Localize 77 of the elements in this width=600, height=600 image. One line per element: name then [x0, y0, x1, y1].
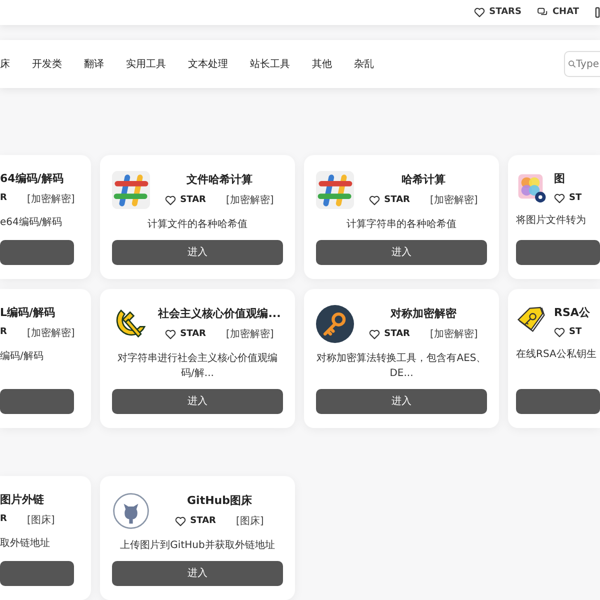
category-tag: [加密解密]: [26, 192, 75, 206]
enter-button[interactable]: [0, 389, 74, 414]
category-tag: [加密解密]: [226, 192, 274, 208]
enter-button[interactable]: [516, 240, 600, 265]
nav-item[interactable]: 实用工具: [126, 56, 166, 72]
photos-icon: [516, 172, 548, 204]
enter-button[interactable]: [0, 561, 74, 586]
tool-description: e64编码/解码: [0, 216, 64, 230]
search-icon: [568, 60, 576, 68]
heart-icon: [474, 7, 486, 18]
nav-item[interactable]: 站长工具: [250, 56, 290, 72]
nav-item[interactable]: 开发类: [32, 56, 62, 72]
star-label[interactable]: STAR: [384, 328, 410, 341]
tool-title: RSA公: [554, 305, 590, 321]
enter-button[interactable]: 进入: [316, 240, 487, 265]
nav-item[interactable]: 床: [0, 56, 10, 72]
star-label[interactable]: ST: [569, 326, 582, 339]
nav-item[interactable]: 杂乱: [354, 56, 374, 72]
heart-icon: [554, 192, 565, 204]
heart-icon: [175, 516, 186, 527]
hash-icon: [316, 171, 354, 209]
heart-icon: [369, 194, 380, 206]
star-label[interactable]: STAR: [180, 194, 206, 207]
tool-title: L编码/解码: [0, 305, 56, 321]
github-icon: [112, 492, 150, 530]
star-label[interactable]: R: [0, 513, 7, 527]
tool-description: 在线RSA公私钥生: [516, 348, 598, 362]
tool-description: 取外链地址: [0, 536, 51, 550]
toolbar-icon[interactable]: [595, 7, 600, 18]
tool-description: 对字符串进行社会主义核心价值观编码/解...: [116, 352, 278, 381]
tool-description: 计算文件的各种哈希值: [146, 218, 248, 232]
star-label[interactable]: STAR: [190, 514, 216, 528]
link-label: CHAT: [552, 6, 579, 19]
chat-icon: [537, 7, 548, 18]
tool-description: 上传图片到GitHub并获取外链地址: [119, 538, 276, 553]
enter-button[interactable]: 进入: [112, 240, 283, 265]
star-label[interactable]: STAR: [384, 194, 410, 207]
link-label: STARS: [489, 6, 522, 19]
tool-title: 64编码/解码: [0, 171, 64, 187]
tool-title: 文件哈希计算: [186, 172, 252, 188]
tool-title: 社会主义核心价值观编...: [158, 306, 281, 322]
tool-title: 哈希计算: [402, 172, 446, 188]
nav-link[interactable]: CHAT: [537, 6, 579, 20]
star-label[interactable]: ST: [569, 192, 582, 205]
tool-title: 图: [554, 171, 565, 187]
tool-description: 对称加密算法转换工具，包含有AES、DE...: [316, 352, 487, 381]
tool-title: 图片外链: [0, 492, 44, 508]
tool-title: GitHub图床: [187, 493, 252, 510]
heart-icon: [369, 328, 380, 340]
category-tag: [图床]: [236, 514, 264, 529]
tool-description: 计算字符串的各种哈希值: [346, 218, 458, 232]
heart-icon: [165, 328, 176, 340]
star-label[interactable]: R: [0, 326, 7, 340]
star-label[interactable]: STAR: [180, 328, 206, 341]
hash-icon: [112, 171, 150, 209]
category-tag: [加密解密]: [430, 192, 478, 208]
enter-button[interactable]: [516, 389, 600, 414]
enter-button[interactable]: 进入: [112, 389, 283, 414]
category-tag: [加密解密]: [430, 326, 478, 342]
enter-button[interactable]: [0, 240, 74, 265]
heart-icon: [554, 326, 565, 338]
key-icon: [316, 305, 354, 343]
star-label[interactable]: R: [0, 192, 7, 206]
nav-item[interactable]: 文本处理: [188, 56, 228, 72]
enter-button[interactable]: 进入: [112, 561, 283, 586]
tool-title: 对称加密解密: [390, 306, 456, 322]
category-tag: [图床]: [26, 512, 55, 528]
nav-item[interactable]: 翻译: [84, 56, 104, 72]
search-field[interactable]: Type: [564, 51, 600, 77]
nav-item[interactable]: 其他: [312, 56, 332, 72]
category-tag: [加密解密]: [226, 326, 274, 342]
tool-description: 将图片文件转为: [516, 214, 587, 228]
tool-description: 编码/解码: [0, 350, 44, 364]
nav-link[interactable]: STARS: [474, 6, 522, 20]
enter-button[interactable]: 进入: [316, 389, 487, 414]
category-tag: [加密解密]: [26, 326, 75, 340]
heart-icon: [165, 194, 176, 206]
